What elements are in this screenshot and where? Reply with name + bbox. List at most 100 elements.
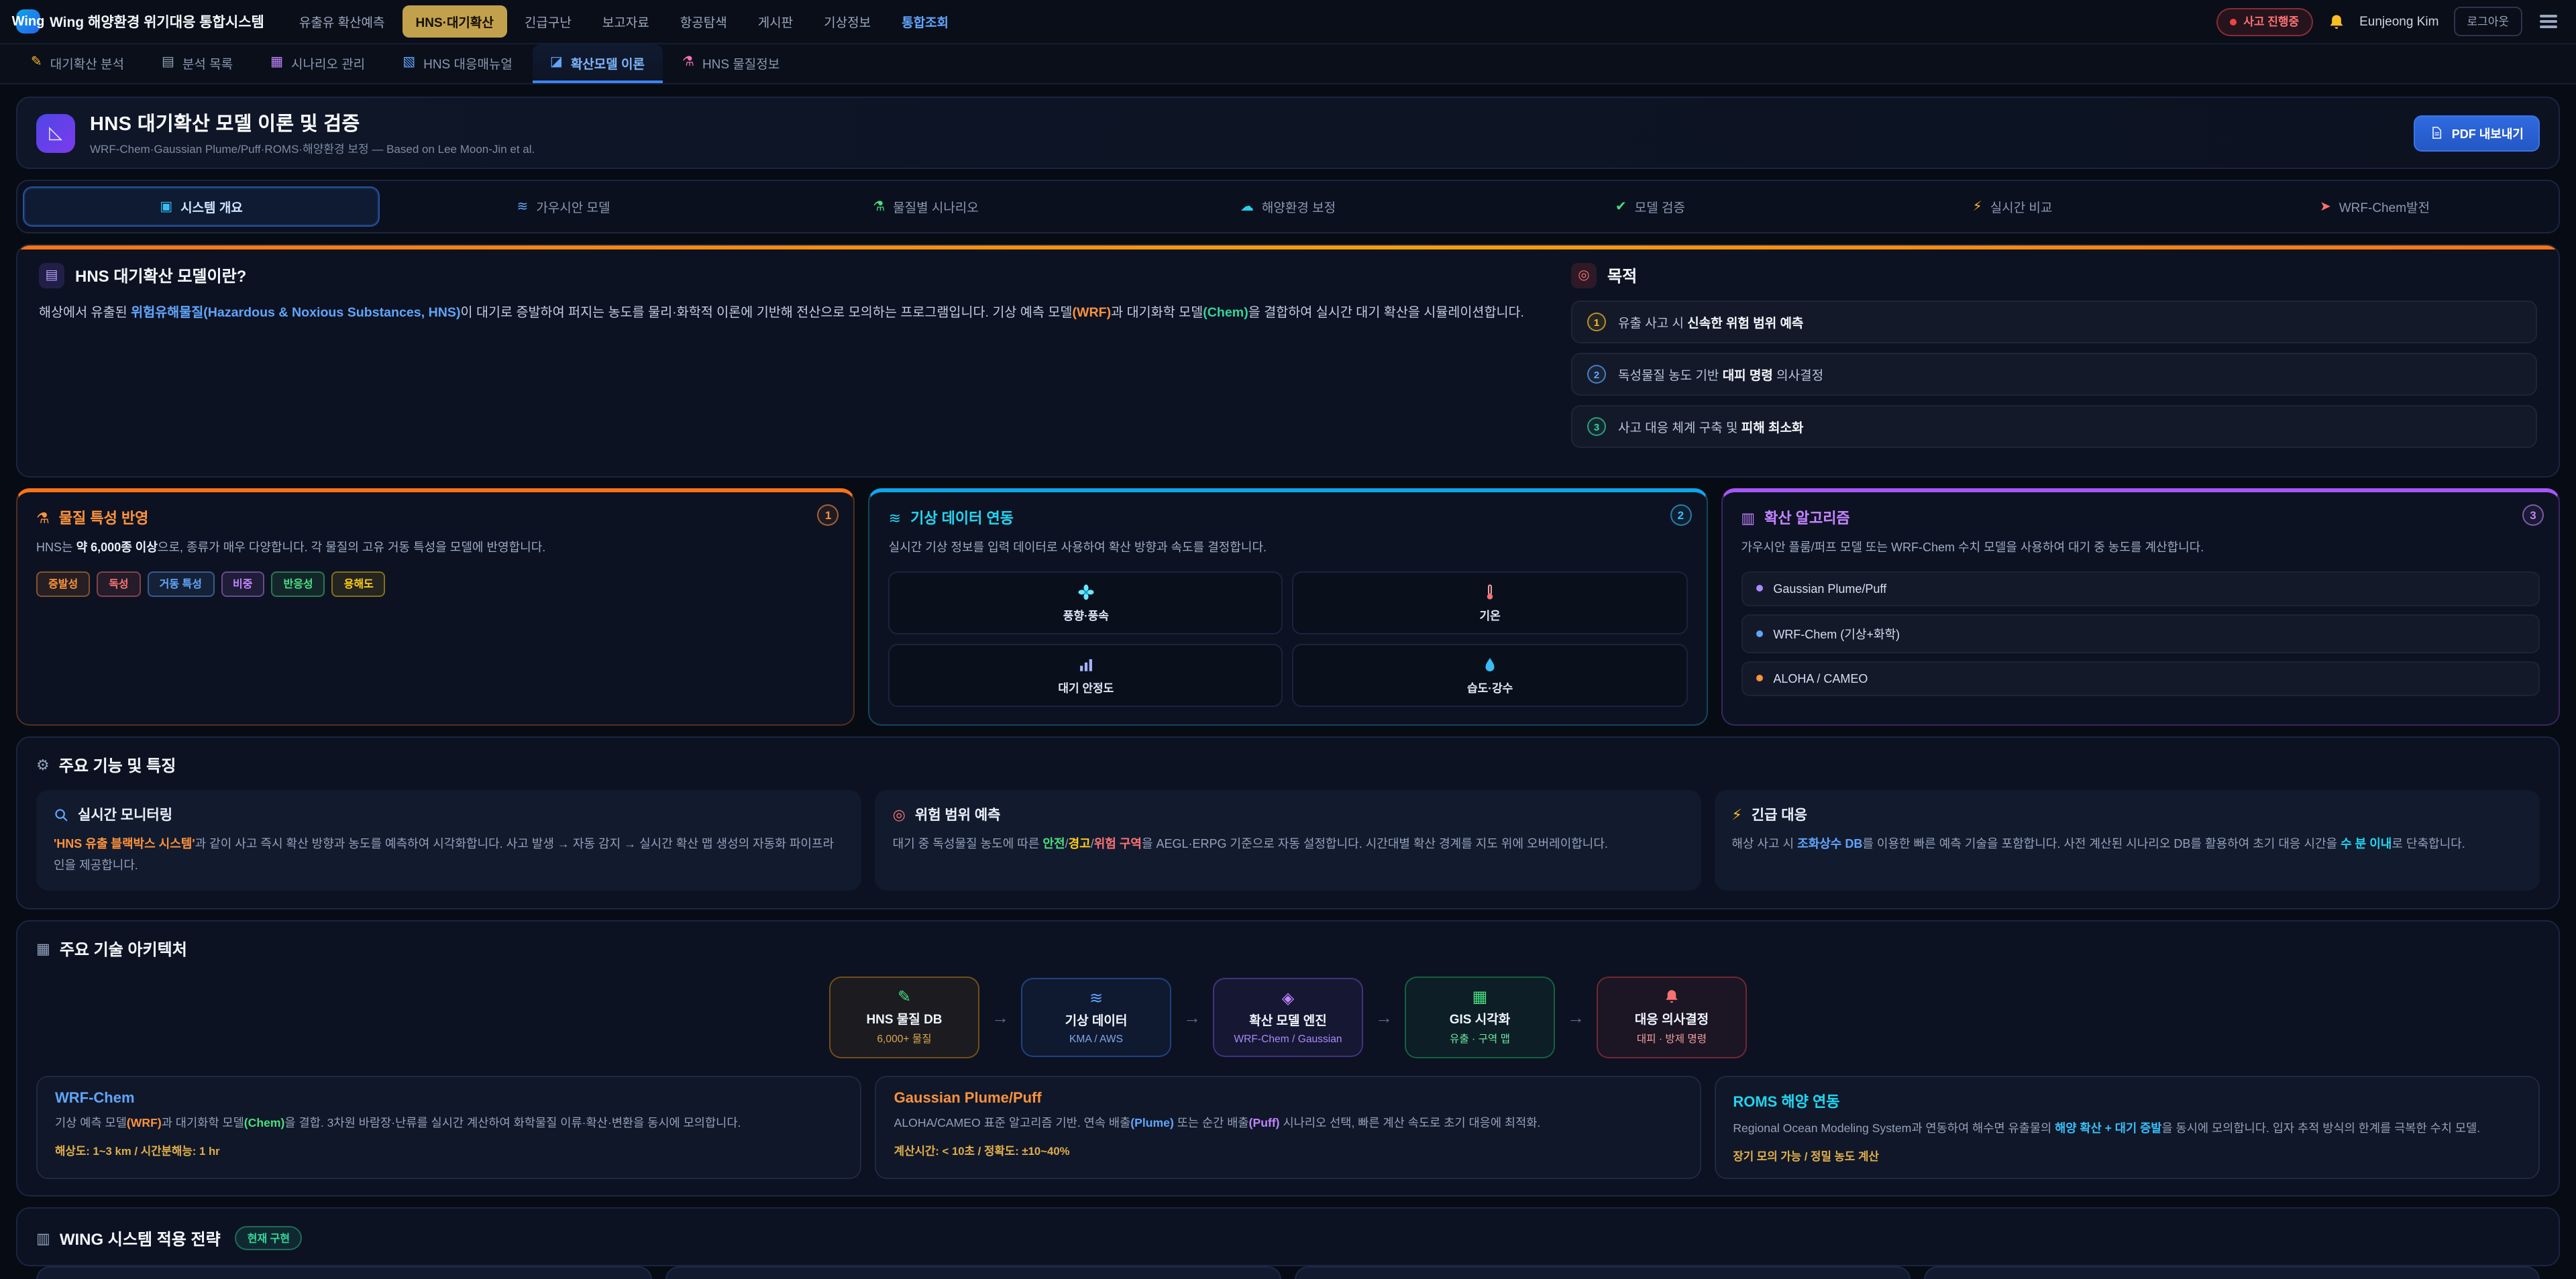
pdf-export-button[interactable]: PDF 내보내기 <box>2414 115 2540 151</box>
tab-realtime-comparison[interactable]: ⚡실시간 비교 <box>1834 186 2191 227</box>
incident-status-badge[interactable]: 사고 진행중 <box>2216 7 2312 36</box>
subtab-diffusion-model-theory[interactable]: ◪확산모델 이론 <box>533 44 662 83</box>
page-header: ◺ HNS 대기확산 모델 이론 및 검증 WRF-Chem·Gaussian … <box>16 97 2560 169</box>
layers-icon: ▥ <box>36 1229 50 1247</box>
tab-marine-correction[interactable]: ☁해양환경 보정 <box>1110 186 1466 227</box>
nav-reports[interactable]: 보고자료 <box>589 5 663 38</box>
purpose-item: 1 유출 사고 시 신속한 위험 범위 예측 <box>1571 300 2537 343</box>
model-stats: 해상도: 1~3 km / 시간분해능: 1 hr <box>55 1143 843 1159</box>
bar-chart-icon <box>1077 656 1095 673</box>
card-number-badge: 3 <box>2522 504 2544 526</box>
bolt-icon: ⚡ <box>1973 199 1982 214</box>
menu-icon[interactable] <box>2537 12 2560 31</box>
wing-logo-icon: Wing <box>16 9 40 34</box>
fan-icon <box>1077 583 1095 601</box>
map-icon: ▦ <box>1472 989 1488 1005</box>
engine-icon: ◈ <box>1282 990 1294 1006</box>
flask-icon: ⚗ <box>682 55 694 70</box>
nav-aerial-search[interactable]: 항공탐색 <box>667 5 741 38</box>
brand[interactable]: Wing Wing 해양환경 위기대응 통합시스템 <box>16 9 264 34</box>
feature-risk-range-prediction: ◎ 위험 범위 예측 대기 중 독성물질 농도에 따른 안전/경고/위험 구역을… <box>875 790 1701 891</box>
subtab-hns-response-manual[interactable]: ▧HNS 대응매뉴얼 <box>385 44 530 83</box>
top-navigation-bar: Wing Wing 해양환경 위기대응 통합시스템 유출유 확산예측 HNS·대… <box>0 0 2576 44</box>
tile-stability: 대기 안정도 <box>889 644 1283 707</box>
architecture-flow: ✎ HNS 물질 DB 6,000+ 물질 → ≋ 기상 데이터 KMA / A… <box>36 977 2540 1058</box>
strategy-panel: ▥ WING 시스템 적용 전략 현재 구현 ✎ HNS DB 연동 CHRIS… <box>16 1207 2560 1266</box>
incident-dot-icon <box>2230 18 2237 25</box>
feature-realtime-monitoring: 실시간 모니터링 'HNS 유출 블랙박스 시스템'과 같이 사고 즉시 확산 … <box>36 790 862 891</box>
page-header-left: ◺ HNS 대기확산 모델 이론 및 검증 WRF-Chem·Gaussian … <box>36 109 535 157</box>
bullet-icon <box>1756 586 1762 592</box>
model-roms: ROMS 해양 연동 Regional Ocean Modeling Syste… <box>1714 1076 2540 1179</box>
purpose-item: 2 독성물질 농도 기반 대피 명령 의사결정 <box>1571 353 2537 396</box>
bell-icon[interactable] <box>2327 13 2345 30</box>
nav-emergency-rescue[interactable]: 긴급구난 <box>511 5 585 38</box>
node-diffusion-model-engine: ◈ 확산 모델 엔진 WRF-Chem / Gaussian <box>1213 978 1363 1057</box>
wind-icon: ≋ <box>1089 990 1103 1006</box>
feature-emergency-response: ⚡ 긴급 대응 해상 사고 시 조화상수 DB를 이용한 빠른 예측 기술을 포… <box>1714 790 2540 891</box>
page-subtitle: WRF-Chem·Gaussian Plume/Puff·ROMS·해양환경 보… <box>90 141 535 157</box>
tab-gaussian-model[interactable]: ≋가우시안 모델 <box>385 186 742 227</box>
arrow-icon: → <box>1183 1007 1201 1027</box>
nav-integrated-search[interactable]: 통합조회 <box>888 5 962 38</box>
bullet-icon <box>1756 630 1762 637</box>
model-definition-block: ▤ HNS 대기확산 모델이란? 해상에서 유출된 위험유해물질(Hazardo… <box>39 263 1536 457</box>
features-title: 주요 기능 및 특징 <box>59 754 176 777</box>
tab-substance-scenarios[interactable]: ⚗물질별 시나리오 <box>747 186 1104 227</box>
nav-board[interactable]: 게시판 <box>745 5 806 38</box>
feature-body: 대기 중 독성물질 농도에 따른 안전/경고/위험 구역을 AEGL·ERPG … <box>893 833 1684 854</box>
purpose-title: 목적 <box>1607 264 1637 287</box>
book-icon: ▤ <box>39 263 64 288</box>
features-panel: ⚙ 주요 기능 및 특징 실시간 모니터링 'HNS 유출 블랙박스 시스템'과… <box>16 736 2560 910</box>
arrow-icon: → <box>991 1007 1009 1027</box>
tab-model-validation[interactable]: ✔모델 검증 <box>1472 186 1829 227</box>
card-number-badge: 1 <box>818 504 839 526</box>
nav-weather-info[interactable]: 기상정보 <box>810 5 884 38</box>
nav-hns-atmospheric-diffusion[interactable]: HNS·대기확산 <box>402 5 507 38</box>
tag-solubility: 용해도 <box>332 571 386 597</box>
model-wrf-chem: WRF-Chem 기상 예측 모델(WRF)과 대기화학 모델(Chem)을 결… <box>36 1076 862 1179</box>
monitor-icon: ▣ <box>160 199 172 214</box>
model-stats: 계산시간: < 10초 / 정확도: ±10~40% <box>894 1143 1682 1159</box>
card-title: 확산 알고리즘 <box>1764 507 1850 529</box>
nav-oil-spill-prediction[interactable]: 유출유 확산예측 <box>286 5 398 38</box>
droplet-icon <box>1481 656 1499 673</box>
subtab-analysis-list[interactable]: ▤분석 목록 <box>144 44 250 83</box>
node-weather-data: ≋ 기상 데이터 KMA / AWS <box>1021 978 1171 1057</box>
topbar-right: 사고 진행중 Eunjeong Kim 로그아웃 <box>2216 7 2560 36</box>
wind-icon: ≋ <box>517 199 529 214</box>
card-title: 기상 데이터 연동 <box>910 507 1014 529</box>
tag-toxicity: 독성 <box>97 571 140 597</box>
page-title: HNS 대기확산 모델 이론 및 검증 <box>90 109 535 137</box>
tab-system-overview[interactable]: ▣시스템 개요 <box>23 186 380 227</box>
book-icon: ▧ <box>402 55 415 70</box>
subtab-diffusion-analysis[interactable]: ✎대기확산 분석 <box>13 44 142 83</box>
hns-term: 위험유해물질(Hazardous & Noxious Substances, H… <box>131 306 460 321</box>
property-tags: 증발성 독성 거동 특성 비중 반응성 용해도 <box>36 571 835 597</box>
strategy-card-gaussian: ⚡ 가우시안 모델 ALOHA + 1분 간격 시각화 초기 대응 10초 이내 <box>665 1266 1281 1279</box>
subtab-hns-substance-info[interactable]: ⚗HNS 물질정보 <box>665 44 797 83</box>
clipboard-icon: ▦ <box>270 55 283 70</box>
tile-temperature: 기온 <box>1293 571 1687 634</box>
strategy-title: WING 시스템 적용 전략 <box>60 1227 221 1249</box>
chem-term: (Chem) <box>1203 306 1248 321</box>
algorithm-item: WRF-Chem (기상+화학) <box>1741 614 2540 653</box>
sub-navigation: ✎대기확산 분석 ▤분석 목록 ▦시나리오 관리 ▧HNS 대응매뉴얼 ◪확산모… <box>0 44 2576 85</box>
flask-icon: ⚗ <box>873 199 885 214</box>
model-descriptions: WRF-Chem 기상 예측 모델(WRF)과 대기화학 모델(Chem)을 결… <box>36 1076 2540 1179</box>
card-number-badge: 2 <box>1670 504 1691 526</box>
node-hns-substance-db: ✎ HNS 물질 DB 6,000+ 물질 <box>829 977 979 1058</box>
model-stats: 장기 모의 가능 / 정밀 농도 계산 <box>1733 1148 2521 1164</box>
subtab-scenario-management[interactable]: ▦시나리오 관리 <box>253 44 382 83</box>
weather-tiles: 풍향·풍속 기온 대기 안정도 습도·강수 <box>889 571 1688 707</box>
logout-button[interactable]: 로그아웃 <box>2453 7 2522 36</box>
architecture-title: 주요 기술 아키텍처 <box>60 938 187 960</box>
tab-wrf-chem-evolution[interactable]: ➤WRF-Chem발전 <box>2196 186 2553 227</box>
tag-evaporative: 증발성 <box>36 571 90 597</box>
rocket-icon: ➤ <box>2320 199 2331 214</box>
bolt-icon: ⚡ <box>1731 806 1741 824</box>
bullet-icon <box>1756 675 1762 682</box>
gear-icon: ⚙ <box>36 757 50 774</box>
tile-wind: 풍향·풍속 <box>889 571 1283 634</box>
wind-icon: ≋ <box>889 509 901 526</box>
